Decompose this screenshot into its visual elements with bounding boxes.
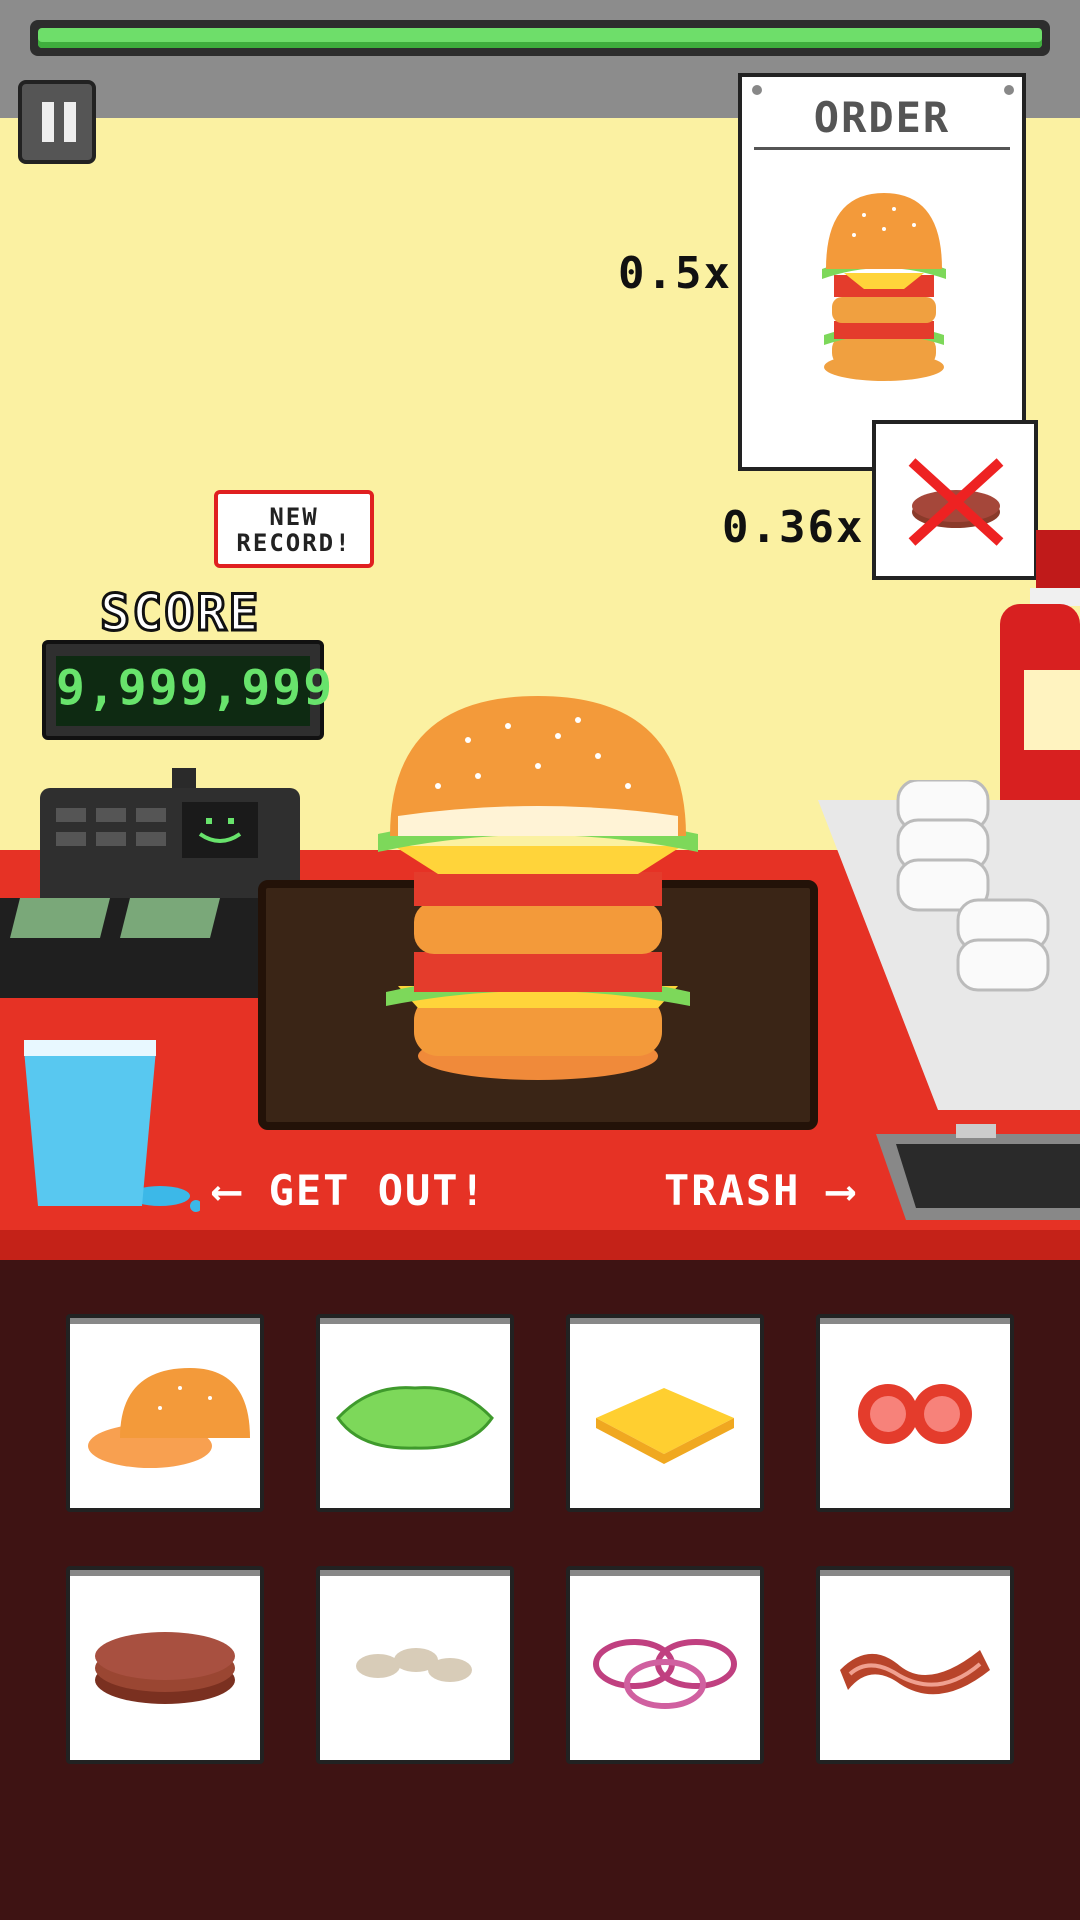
trash-label: TRASH: [664, 1166, 801, 1215]
no-patty-icon: [908, 458, 1004, 546]
bacon-icon: [840, 1650, 990, 1695]
badge-line-2: RECORD!: [236, 529, 352, 557]
lettuce-icon: [336, 1386, 494, 1450]
pause-icon-bar: [64, 102, 76, 142]
counter-edge: [0, 1230, 1080, 1260]
patty-icon: [95, 1632, 235, 1704]
cheese-icon: [596, 1388, 734, 1464]
score-screen: 9,999,999: [56, 656, 335, 726]
no-ingredient-multiplier: 0.36x: [722, 502, 865, 553]
water-glass-icon[interactable]: [20, 1036, 200, 1216]
arrow-right-icon: ⟶: [800, 1166, 856, 1215]
trash-hint: TRASH ⟶: [664, 1166, 855, 1215]
ingredient-patty-button[interactable]: [66, 1566, 264, 1764]
order-multiplier: 0.5x: [618, 248, 732, 299]
tomato-icon: [858, 1384, 972, 1444]
ingredient-tomato-button[interactable]: [816, 1314, 1014, 1512]
burger-stack[interactable]: [378, 696, 698, 1086]
pause-button[interactable]: [18, 80, 96, 164]
bun-icon: [88, 1368, 250, 1468]
ingredient-cheese-button[interactable]: [566, 1314, 764, 1512]
cash-register-icon: [0, 768, 300, 998]
score-label: SCORE: [99, 583, 261, 644]
order-burger-icon: [822, 193, 946, 381]
score-display: 9,999,999: [42, 640, 335, 740]
order-title: ORDER: [813, 93, 951, 142]
onion-icon: [593, 1639, 737, 1709]
ingredient-onion-button[interactable]: [566, 1566, 764, 1764]
new-record-badge: NEW RECORD!: [214, 490, 374, 568]
timer-fill: [38, 28, 1042, 48]
order-ticket: ORDER: [738, 73, 1026, 471]
order-divider: [754, 147, 1010, 150]
badge-line-1: NEW: [269, 503, 319, 531]
get-out-hint: ⟵ GET OUT!: [214, 1166, 487, 1215]
arrow-left-icon: ⟵: [214, 1166, 269, 1215]
ingredient-bun-button[interactable]: [66, 1314, 264, 1512]
get-out-label: GET OUT!: [268, 1166, 487, 1215]
ingredient-lettuce-button[interactable]: [316, 1314, 514, 1512]
score-value: 9,999,999: [56, 660, 335, 716]
sauce-tray-icon: [818, 780, 1080, 1110]
pause-icon: [42, 102, 54, 142]
trash-bin-icon[interactable]: [876, 1124, 1080, 1220]
ingredient-mushroom-button[interactable]: [316, 1566, 514, 1764]
mushroom-icon: [356, 1648, 472, 1682]
ingredient-bacon-button[interactable]: [816, 1566, 1014, 1764]
